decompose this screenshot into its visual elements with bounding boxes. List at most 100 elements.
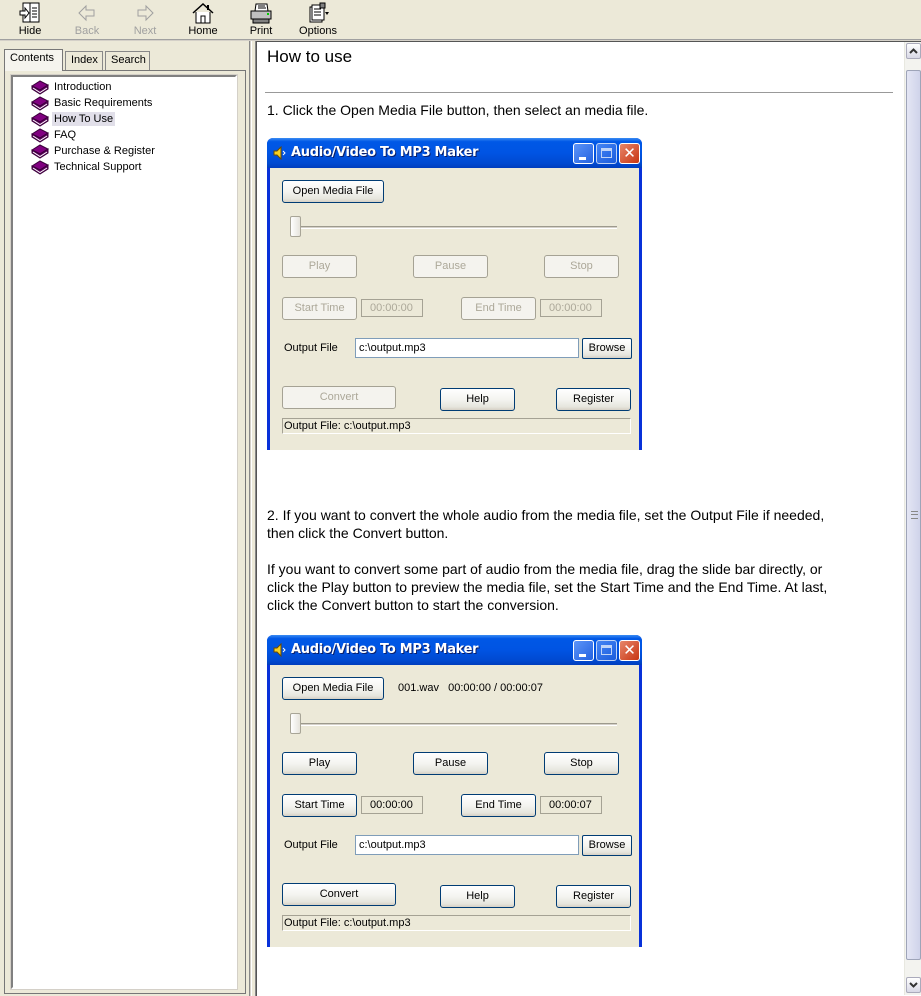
step-2b-line-1: If you want to convert some part of audi… (267, 561, 823, 577)
app-title: Audio/Video To MP3 Maker (291, 642, 479, 657)
next-button[interactable]: Next (128, 1, 162, 39)
play-button: Play (282, 255, 357, 278)
tree-item-label: How To Use (52, 112, 116, 126)
back-label: Back (74, 25, 100, 37)
tree-item-label: Purchase & Register (54, 145, 155, 157)
tree-item-label: Basic Requirements (54, 97, 153, 109)
tab-contents-label: Contents (10, 52, 55, 64)
tree-item-basic-requirements[interactable]: Basic Requirements (31, 95, 154, 111)
book-icon (31, 96, 49, 111)
tab-contents[interactable]: Contents (4, 49, 63, 71)
end-time-button: End Time (461, 794, 536, 817)
maximize-button (596, 143, 617, 164)
minimize-button (573, 143, 594, 164)
register-button: Register (556, 388, 631, 411)
tree-item-label: Technical Support (54, 161, 142, 173)
start-time-field: 00:00:00 (361, 796, 423, 814)
position-slider-track (292, 723, 617, 726)
pause-button: Pause (413, 752, 488, 775)
contents-tree[interactable]: Introduction Basic Requirements How To Use… (10, 74, 238, 990)
page-title: How to use (267, 47, 353, 66)
app-titlebar: Audio/Video To MP3 Maker ✕ (267, 635, 642, 665)
end-time-field: 00:00:07 (540, 796, 602, 814)
convert-button: Convert (282, 386, 396, 409)
start-time-button: Start Time (282, 794, 357, 817)
browse-button: Browse (582, 835, 632, 856)
home-icon (192, 2, 214, 24)
book-icon (31, 128, 49, 143)
tab-search[interactable]: Search (105, 51, 150, 70)
scroll-down-button[interactable] (906, 977, 921, 993)
title-divider (265, 92, 893, 93)
app-titlebar: Audio/Video To MP3 Maker ✕ (267, 138, 642, 168)
topic-content-pane: How to use 1. Click the Open Media File … (256, 41, 921, 996)
book-icon (31, 80, 49, 95)
next-arrow-icon (137, 4, 154, 22)
chevron-down-icon (909, 982, 918, 988)
position-slider-track (292, 226, 617, 229)
contents-panel: Introduction Basic Requirements How To Use… (4, 70, 246, 994)
step-2b-line-2: click the Play button to preview the med… (267, 579, 828, 595)
home-button[interactable]: Home (185, 1, 221, 39)
end-time-button: End Time (461, 297, 536, 320)
position-slider-thumb (290, 216, 301, 237)
app-window-screenshot-1: Audio/Video To MP3 Maker ✕ Open Media Fi… (267, 138, 642, 450)
tab-search-label: Search (111, 54, 146, 66)
print-label: Print (249, 25, 273, 37)
app-window-screenshot-2: Audio/Video To MP3 Maker ✕ Open Media Fi… (267, 635, 642, 947)
file-info-text: 001.wav 00:00:00 / 00:00:07 (398, 682, 543, 694)
end-time-field: 00:00:00 (540, 299, 602, 317)
stop-button: Stop (544, 752, 619, 775)
book-icon (31, 160, 49, 175)
book-icon (31, 112, 49, 127)
pause-button: Pause (413, 255, 488, 278)
hide-button[interactable]: Hide (13, 1, 47, 39)
speaker-icon (273, 643, 286, 657)
minimize-icon (579, 157, 586, 160)
back-button[interactable]: Back (70, 1, 104, 39)
speaker-icon (273, 146, 286, 160)
options-button[interactable]: Options (297, 1, 339, 39)
scroll-thumb[interactable] (906, 70, 921, 960)
scroll-up-button[interactable] (906, 43, 921, 59)
tree-item-technical-support[interactable]: Technical Support (31, 159, 143, 175)
content-scrollbar[interactable] (904, 42, 921, 995)
app-status-bar: Output File: c:\output.mp3 (282, 915, 631, 931)
step-1-text: 1. Click the Open Media File button, the… (267, 102, 649, 118)
help-toolbar: Hide Back Next Home Print Options (0, 0, 921, 40)
grip-icon (911, 511, 918, 519)
open-media-file-button: Open Media File (282, 677, 384, 700)
options-icon (309, 2, 329, 23)
tree-item-faq[interactable]: FAQ (31, 127, 78, 143)
step-2-line-2: then click the Convert button. (267, 525, 449, 541)
browse-button: Browse (582, 338, 632, 359)
start-time-button: Start Time (282, 297, 357, 320)
maximize-button (596, 640, 617, 661)
hide-label: Hide (18, 25, 42, 37)
step-2b-line-3: click the Convert button to start the co… (267, 597, 559, 613)
output-file-input: c:\output.mp3 (355, 835, 579, 855)
help-button: Help (440, 388, 515, 411)
printer-icon (250, 3, 272, 24)
output-file-input: c:\output.mp3 (355, 338, 579, 358)
minimize-button (573, 640, 594, 661)
tree-item-label: Introduction (54, 81, 112, 93)
tree-item-purchase-register[interactable]: Purchase & Register (31, 143, 157, 159)
tree-item-label: FAQ (54, 129, 77, 141)
back-arrow-icon (78, 4, 95, 22)
tree-item-introduction[interactable]: Introduction (31, 79, 113, 95)
close-button: ✕ (619, 640, 640, 661)
tab-index[interactable]: Index (65, 51, 103, 70)
tree-item-how-to-use[interactable]: How To Use (31, 111, 116, 127)
start-time-field: 00:00:00 (361, 299, 423, 317)
open-media-file-button: Open Media File (282, 180, 384, 203)
minimize-icon (579, 654, 586, 657)
help-button: Help (440, 885, 515, 908)
print-button[interactable]: Print (245, 1, 277, 39)
maximize-icon (601, 645, 612, 655)
options-label: Options (299, 25, 337, 37)
position-slider-thumb (290, 713, 301, 734)
play-button: Play (282, 752, 357, 775)
convert-button: Convert (282, 883, 396, 906)
output-file-label: Output File (284, 342, 338, 354)
